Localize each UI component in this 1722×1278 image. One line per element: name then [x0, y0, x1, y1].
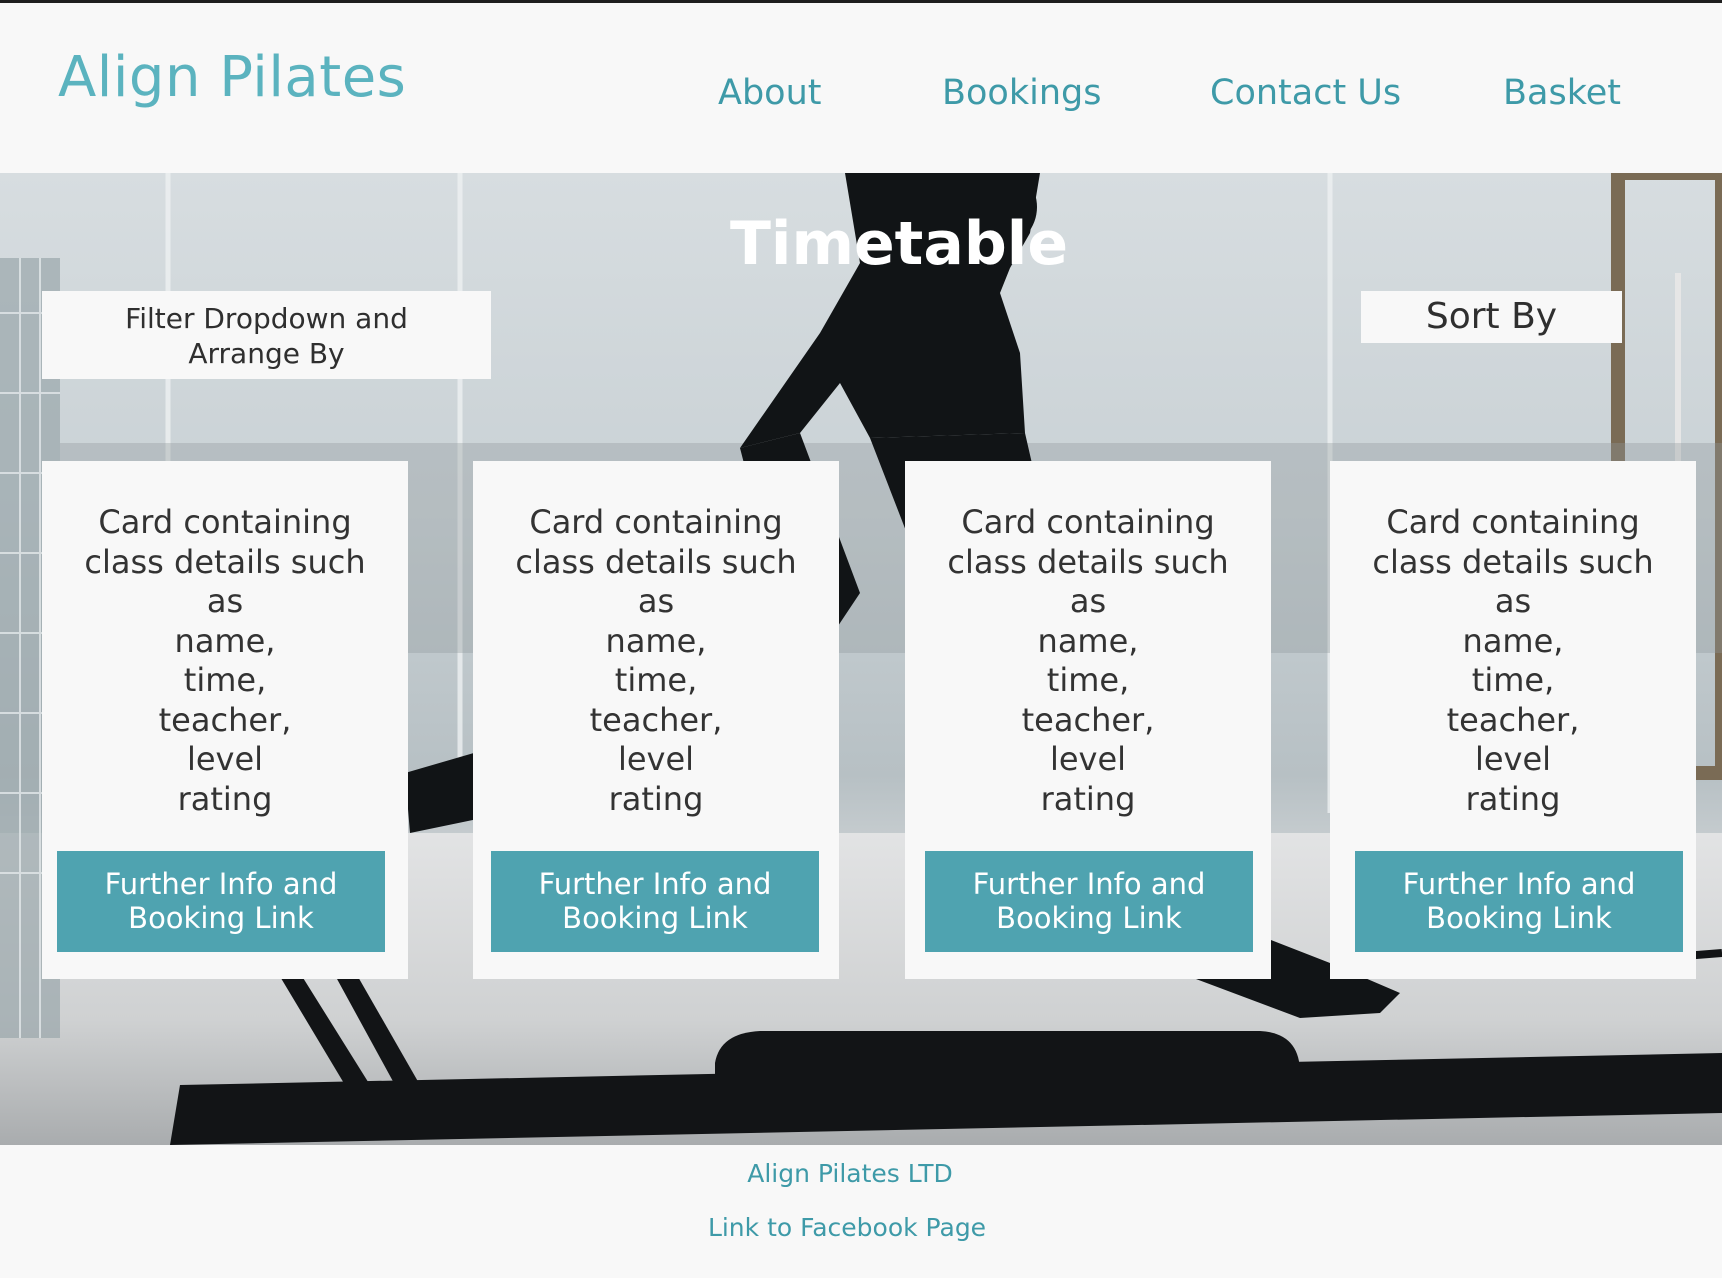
timetable-hero: Timetable Filter Dropdown and Arrange By… — [0, 173, 1722, 1145]
class-card: Card containing class details such as na… — [1330, 461, 1696, 979]
booking-link-button[interactable]: Further Info and Booking Link — [491, 851, 819, 952]
site-logo[interactable]: Align Pilates — [58, 45, 406, 110]
page-title: Timetable — [729, 209, 1069, 279]
class-card: Card containing class details such as na… — [905, 461, 1271, 979]
booking-link-button[interactable]: Further Info and Booking Link — [1355, 851, 1683, 952]
facebook-page-link[interactable]: Link to Facebook Page — [0, 1213, 1694, 1242]
filter-dropdown[interactable]: Filter Dropdown and Arrange By — [42, 291, 491, 379]
booking-link-button[interactable]: Further Info and Booking Link — [925, 851, 1253, 952]
class-card-details: Card containing class details such as na… — [1372, 503, 1654, 818]
booking-link-button[interactable]: Further Info and Booking Link — [57, 851, 385, 952]
sort-by-dropdown[interactable]: Sort By — [1361, 291, 1622, 343]
class-card-details: Card containing class details such as na… — [515, 503, 797, 818]
nav-contact-us-link[interactable]: Contact Us — [1210, 73, 1401, 113]
nav-bookings-link[interactable]: Bookings — [942, 73, 1101, 113]
class-card: Card containing class details such as na… — [42, 461, 408, 979]
class-card-details: Card containing class details such as na… — [947, 503, 1229, 818]
nav-basket-link[interactable]: Basket — [1503, 73, 1621, 113]
site-footer: Align Pilates LTD Link to Facebook Page — [0, 1145, 1722, 1278]
class-card-details: Card containing class details such as na… — [84, 503, 366, 818]
site-header: Align Pilates About Bookings Contact Us … — [0, 3, 1722, 173]
footer-company-name: Align Pilates LTD — [747, 1159, 953, 1188]
class-card: Card containing class details such as na… — [473, 461, 839, 979]
nav-about-link[interactable]: About — [718, 73, 821, 113]
